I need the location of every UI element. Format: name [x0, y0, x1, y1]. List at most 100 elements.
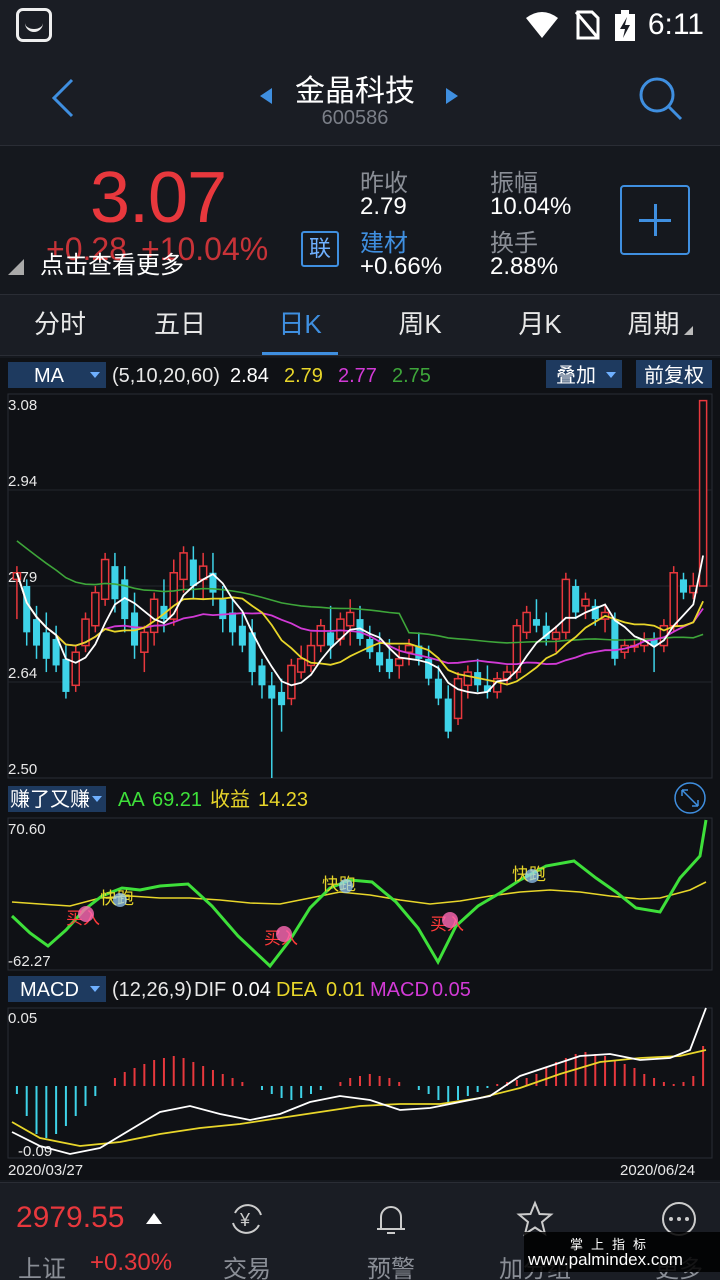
watermark-line2: www.palmindex.com: [528, 1250, 683, 1269]
candle-body: [404, 644, 414, 653]
candle-body: [453, 677, 463, 720]
candle-body: [385, 658, 393, 673]
candle-body: [42, 632, 50, 659]
expand-arrows-icon: [681, 789, 699, 807]
buy-marker-icon: [78, 906, 94, 922]
candle-body: [679, 579, 688, 593]
turnover-value: 2.88%: [490, 253, 559, 280]
stock-code: 600586: [321, 107, 389, 129]
battery-charging-icon: [615, 10, 635, 41]
candle-body: [100, 558, 110, 600]
index-value[interactable]: 2979.55: [16, 1201, 124, 1235]
tab-intraday[interactable]: 分时: [0, 295, 120, 355]
candle-body: [296, 658, 306, 673]
candle-body: [258, 665, 266, 686]
tab-daily-k[interactable]: 日K: [240, 295, 360, 355]
candle-body: [327, 632, 335, 646]
amplitude-value: 10.04%: [490, 193, 572, 220]
macd-y-max: 0.05: [8, 1010, 37, 1027]
date-start: 2020/03/27: [8, 1162, 83, 1179]
nav-trade-label: 交易: [223, 1256, 271, 1280]
no-sim-icon: [574, 10, 600, 40]
bell-icon: [377, 1206, 405, 1234]
tab-period[interactable]: 周期: [600, 295, 720, 355]
quote-panel[interactable]: 3.07 +0.28 +10.04% 点击查看更多 联 昨收 2.79 建材 +0…: [0, 147, 720, 293]
index-change: +0.30%: [90, 1249, 173, 1276]
candle-body: [111, 566, 119, 600]
ma60-value: 2.75: [392, 365, 431, 387]
buy-marker-icon: [276, 926, 292, 942]
aa-y-min: -62.27: [8, 953, 51, 970]
buy-marker-icon: [442, 912, 458, 928]
tab-weekly-k[interactable]: 周K: [360, 295, 480, 355]
candle-body: [532, 619, 540, 626]
candle-body: [561, 578, 571, 634]
aa-value: 69.21: [152, 789, 202, 811]
ma5-value: 2.84: [230, 365, 269, 387]
y-label-max: 3.08: [8, 397, 37, 414]
app-notification-icon: [16, 8, 52, 42]
candle-body: [179, 552, 188, 581]
gain-value: 14.23: [258, 789, 308, 811]
candle-body: [219, 599, 227, 620]
aa-label: AA: [118, 789, 145, 811]
run-marker-icon: [339, 879, 353, 893]
candle-body: [572, 586, 580, 613]
sector-change: +0.66%: [360, 253, 443, 280]
gain-label: 收益: [210, 788, 250, 811]
candle-body: [669, 572, 678, 627]
next-stock-icon[interactable]: [446, 88, 458, 104]
candle-body: [62, 658, 70, 692]
candle-body: [229, 612, 237, 633]
prev-close-value: 2.79: [360, 193, 407, 220]
stock-header: 金晶科技 600586: [0, 52, 720, 146]
candle-body: [551, 631, 561, 640]
watermark: 掌上指标 www.palmindex.com: [524, 1232, 720, 1272]
svg-text:¥: ¥: [239, 1210, 251, 1230]
candle-body: [32, 619, 41, 646]
candle-body: [71, 651, 80, 687]
ma10-value: 2.79: [284, 365, 323, 387]
dea-label: DEA: [276, 979, 318, 1001]
tab-monthly-k[interactable]: 月K: [480, 295, 600, 355]
candle-body: [611, 619, 619, 659]
tab-five-day[interactable]: 五日: [120, 295, 240, 355]
candle-body: [376, 652, 384, 666]
macd-indicator-label: MACD: [20, 979, 79, 1001]
index-name: 上证: [18, 1256, 66, 1280]
candle-body: [444, 698, 452, 732]
clock: 6:11: [647, 8, 704, 41]
macd-y-min: -0.09: [18, 1143, 52, 1160]
nav-alert[interactable]: 预警: [336, 1183, 446, 1280]
candle-body: [394, 658, 404, 667]
status-bar: 6:11: [0, 0, 720, 52]
candle-body: [463, 671, 473, 687]
nav-trade[interactable]: ¥ 交易: [192, 1183, 302, 1280]
current-price: 3.07: [90, 158, 227, 238]
candle-body: [278, 691, 286, 706]
linked-button[interactable]: 联: [301, 231, 339, 267]
ma-params: (5,10,20,60): [112, 365, 220, 387]
macd-params: (12,26,9): [112, 979, 192, 1001]
candle-body: [189, 559, 197, 586]
candle-body: [434, 678, 442, 699]
chart-area[interactable]: MA (5,10,20,60) 2.84 2.79 2.77 2.75 叠加 前…: [0, 358, 720, 1180]
overlay-label: 叠加: [556, 364, 596, 387]
candle-body: [316, 624, 326, 647]
view-more-hint[interactable]: 点击查看更多: [40, 245, 184, 280]
candlestick-series: [12, 399, 708, 778]
macd-histogram: [15, 1046, 705, 1138]
nav-alert-label: 预警: [367, 1256, 415, 1280]
add-watchlist-button[interactable]: [620, 185, 690, 255]
period-dropdown-icon: [683, 326, 693, 335]
y-label-3: 2.79: [8, 569, 37, 586]
dif-label: DIF: [194, 979, 226, 1001]
candle-body: [512, 624, 522, 673]
macd-value: 0.05: [432, 979, 471, 1001]
candle-body: [287, 664, 296, 700]
dif-value: 0.04: [232, 979, 271, 1001]
y-label-2: 2.94: [8, 473, 37, 490]
run-marker-icon: [525, 869, 539, 883]
search-icon[interactable]: [636, 74, 684, 122]
ma20-value: 2.77: [338, 365, 377, 387]
